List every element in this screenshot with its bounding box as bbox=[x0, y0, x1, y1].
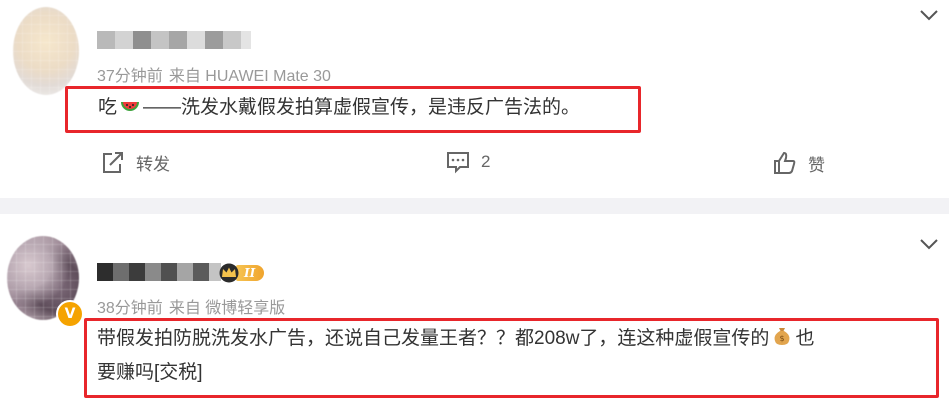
like-label: 赞 bbox=[808, 155, 825, 175]
comment-icon bbox=[447, 152, 469, 174]
comment-text: 带假发拍防脱洗发水广告，还说自己发量王者？？都208w了，连这种虚假宣传的 $ … bbox=[97, 322, 927, 390]
svg-text:$: $ bbox=[780, 334, 785, 343]
money-bag-emoji-icon: $ bbox=[774, 328, 790, 345]
username-redacted[interactable] bbox=[97, 263, 221, 281]
card-separator bbox=[0, 198, 949, 214]
comment-card-1: 37分钟前 来自 HUAWEI Mate 30 吃 ——洗发水戴假发拍算虚假宣传，… bbox=[0, 0, 949, 198]
chevron-down-icon[interactable] bbox=[918, 8, 940, 22]
crown-icon bbox=[219, 263, 239, 283]
chevron-down-icon[interactable] bbox=[918, 237, 940, 251]
source-label: 来自 微博轻享版 bbox=[168, 300, 286, 317]
watermelon-emoji-icon bbox=[121, 102, 140, 111]
level-label: II bbox=[236, 265, 265, 281]
like-icon bbox=[774, 151, 796, 174]
comment-text: 吃 ——洗发水戴假发拍算虚假宣传，是违反广告法的。 bbox=[98, 91, 580, 125]
comment-meta: 37分钟前 来自 HUAWEI Mate 30 bbox=[97, 62, 331, 86]
timestamp: 38分钟前 bbox=[97, 300, 163, 317]
verified-badge: V bbox=[56, 300, 84, 328]
repost-button[interactable]: 转发 bbox=[100, 150, 170, 175]
avatar[interactable] bbox=[13, 7, 79, 95]
member-level-badge[interactable]: II bbox=[218, 262, 276, 284]
comment-count: 2 bbox=[481, 152, 491, 171]
username-redacted[interactable] bbox=[97, 31, 251, 49]
like-button[interactable]: 赞 bbox=[772, 150, 825, 176]
repost-label: 转发 bbox=[136, 155, 170, 174]
repost-icon bbox=[103, 151, 123, 173]
comment-button[interactable]: 2 bbox=[445, 150, 490, 174]
source-label: 来自 HUAWEI Mate 30 bbox=[168, 68, 331, 85]
timestamp: 37分钟前 bbox=[97, 68, 163, 85]
comment-meta: 38分钟前 来自 微博轻享版 bbox=[97, 294, 285, 318]
